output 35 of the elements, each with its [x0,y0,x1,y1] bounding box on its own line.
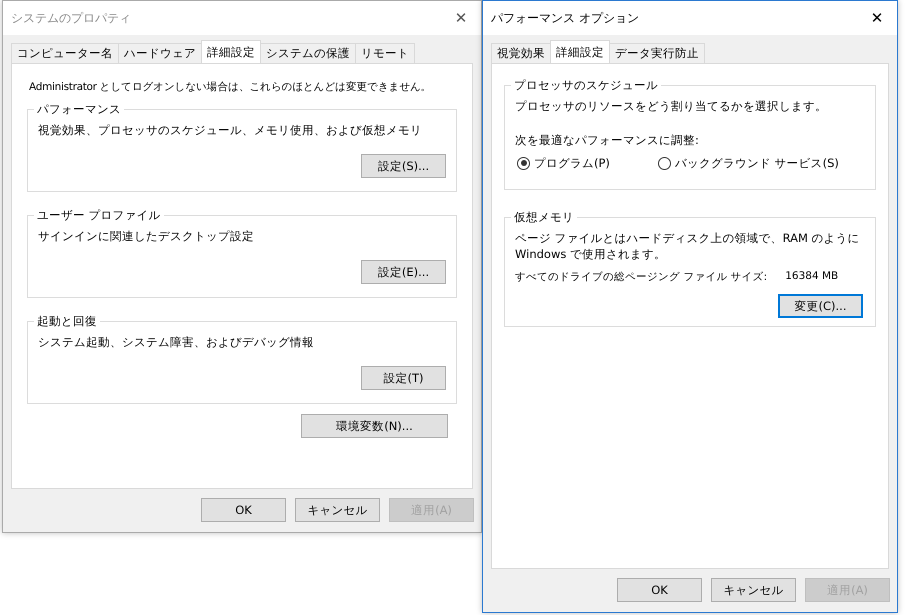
group-description: ページ ファイルとはハードディスク上の領域で、RAM のように Windows で使用されます。 [515,231,861,262]
tab[interactable]: データ実行防止 [609,43,705,63]
radio-option[interactable]: バックグラウンド サービス(S) [658,156,839,171]
size-label: すべてのドライブの総ページング ファイル サイズ: [515,270,768,284]
group-title: プロセッサのスケジュール [513,78,659,93]
notice-text: Administrator としてログオンしない場合は、これらのほとんどは変更できません。 [29,80,432,94]
tab[interactable]: 詳細設定 [550,40,610,63]
tab[interactable]: 詳細設定 [201,40,261,63]
dialog-button[interactable]: キャンセル [295,498,380,522]
size-value: 16384 MB [785,270,838,284]
settings-button[interactable]: 設定(T) [361,366,446,390]
group-title: 起動と回復 [36,314,98,329]
group-title: ユーザー プロファイル [36,208,162,223]
group-description: プロセッサのリソースをどう割り当てるかを選択します。 [515,99,828,115]
adjust-label: 次を最適なパフォーマンスに調整: [515,132,700,148]
dialog-button[interactable]: OK [617,578,702,602]
environment-variables-button[interactable]: 環境変数(N)... [301,414,448,438]
settings-button[interactable]: 設定(E)... [361,260,446,284]
tab[interactable]: リモート [355,43,415,63]
settings-button[interactable]: 設定(S)... [361,154,446,178]
group-title: パフォーマンス [36,102,122,117]
close-button[interactable]: ✕ [441,3,481,33]
window-title: システムのプロパティ [11,10,131,26]
group-description: システム起動、システム障害、およびデバッグ情報 [38,335,315,350]
close-button[interactable]: ✕ [857,3,897,33]
dialog-button[interactable]: OK [201,498,286,522]
tab[interactable]: コンピューター名 [11,43,119,63]
radio-option[interactable]: プログラム(P) [517,156,610,171]
change-button[interactable]: 変更(C)... [778,294,863,318]
group-description: 視覚効果、プロセッサのスケジュール、メモリ使用、および仮想メモリ [38,123,423,138]
tab[interactable]: 視覚効果 [491,43,551,63]
group-description: サインインに関連したデスクトップ設定 [38,229,255,244]
window-title: パフォーマンス オプション [491,10,639,26]
dialog-button[interactable]: キャンセル [711,578,796,602]
group-title: 仮想メモリ [513,210,575,225]
